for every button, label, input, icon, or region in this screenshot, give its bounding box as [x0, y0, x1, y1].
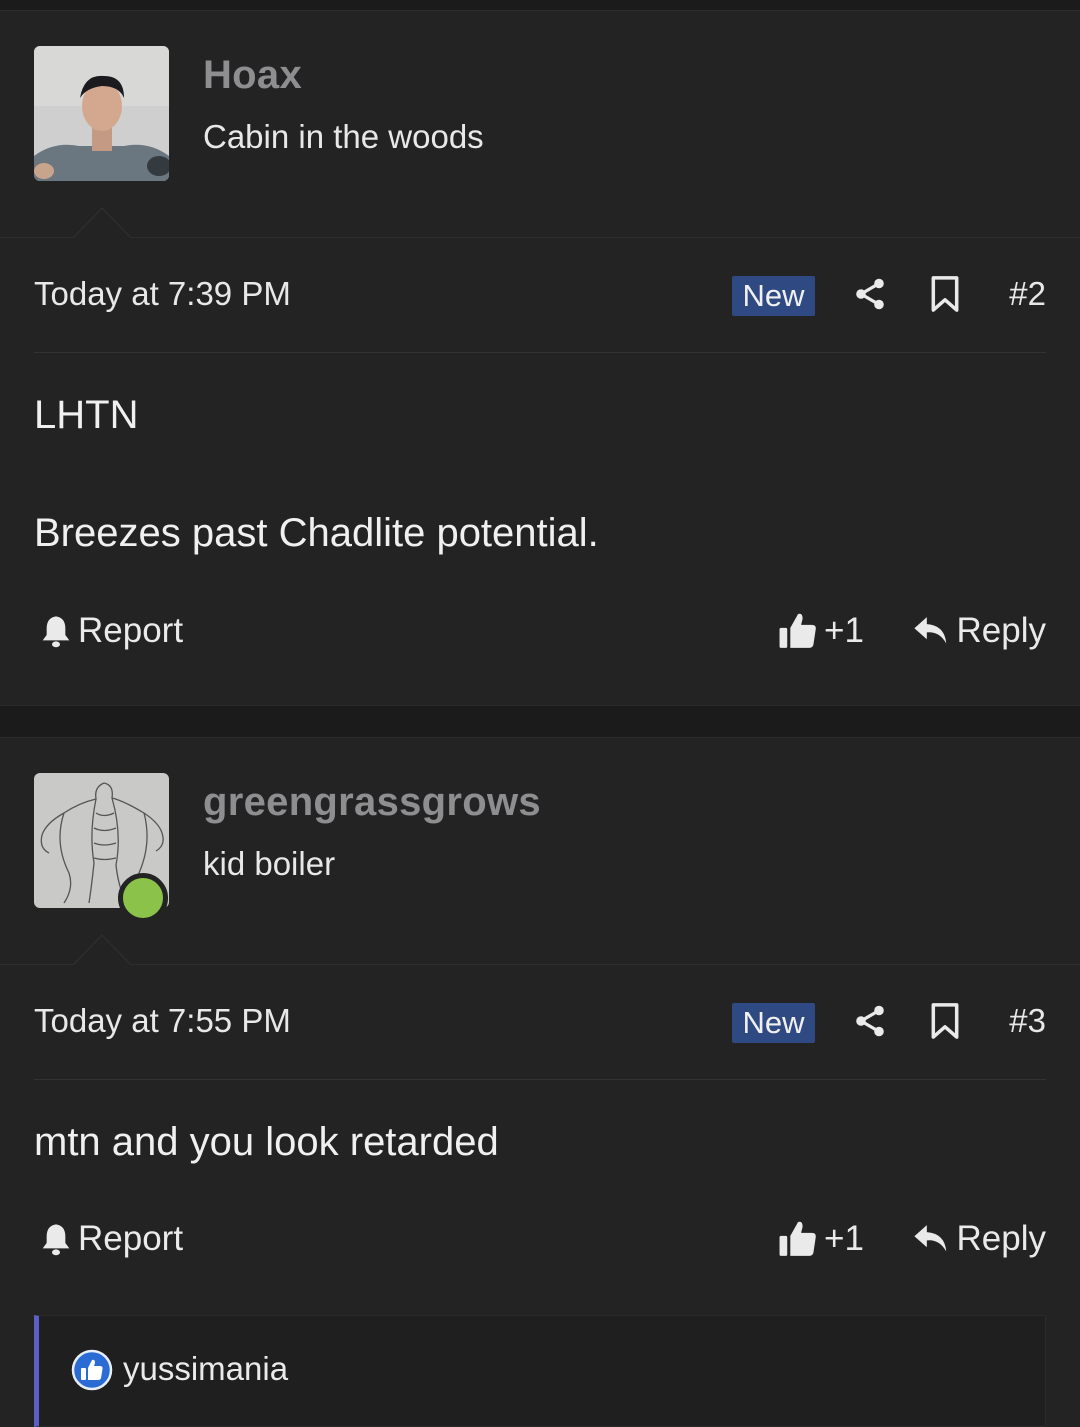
- post: greengrassgrows kid boiler Today at 7:55…: [0, 737, 1080, 1427]
- reply-label: Reply: [956, 1219, 1046, 1258]
- bookmark-icon[interactable]: [930, 275, 960, 313]
- reply-button[interactable]: Reply: [913, 1219, 1046, 1259]
- share-icon[interactable]: [852, 1003, 888, 1039]
- report-button[interactable]: Report: [40, 1219, 183, 1259]
- post-meta: Today at 7:39 PM New #2: [34, 247, 1046, 353]
- avatar[interactable]: [34, 46, 169, 181]
- reply-icon: [913, 1225, 946, 1252]
- post-actions: Report +1 Reply: [34, 1219, 1046, 1269]
- bell-icon: [42, 1224, 70, 1256]
- report-label: Report: [78, 611, 184, 650]
- thumbs-up-icon: [779, 1221, 816, 1256]
- reply-icon: [913, 617, 946, 644]
- post-actions: Report +1 Reply: [34, 611, 1046, 661]
- content-line: mtn and you look retarded: [34, 1120, 499, 1164]
- like-count: +1: [824, 1219, 864, 1258]
- content-line: Breezes past Chadlite potential.: [34, 511, 599, 555]
- reply-label: Reply: [956, 611, 1046, 650]
- post-meta: Today at 7:55 PM New #3: [34, 974, 1046, 1080]
- bell-icon: [42, 616, 70, 648]
- reply-button[interactable]: Reply: [913, 611, 1046, 651]
- avatar-image: [34, 46, 169, 181]
- post-time[interactable]: Today at 7:55 PM: [34, 1002, 291, 1040]
- user-title: kid boiler: [203, 845, 336, 882]
- username[interactable]: greengrassgrows: [203, 780, 541, 825]
- like-button[interactable]: +1: [778, 611, 864, 651]
- post: Hoax Cabin in the woods Today at 7:39 PM…: [0, 10, 1080, 706]
- content-line: LHTN: [34, 393, 139, 437]
- post-content: LHTN Breezes past Chadlite potential.: [34, 391, 1046, 557]
- user-block-arrow: [72, 934, 132, 966]
- report-label: Report: [78, 1219, 184, 1258]
- post-number[interactable]: #3: [1009, 1002, 1046, 1040]
- share-icon[interactable]: [852, 276, 888, 312]
- like-count: +1: [824, 611, 864, 650]
- new-badge: New: [732, 1003, 815, 1043]
- user-title: Cabin in the woods: [203, 118, 484, 155]
- username[interactable]: Hoax: [203, 53, 302, 98]
- like-button[interactable]: +1: [778, 1219, 864, 1259]
- new-badge: New: [732, 276, 815, 316]
- bookmark-icon[interactable]: [930, 1002, 960, 1040]
- user-block: greengrassgrows kid boiler: [0, 738, 1080, 966]
- user-block-arrow: [72, 207, 132, 239]
- reaction-user[interactable]: yussimania: [123, 1350, 288, 1388]
- post-time[interactable]: Today at 7:39 PM: [34, 275, 291, 313]
- thumbs-up-icon: [779, 613, 816, 648]
- post-content: mtn and you look retarded: [34, 1118, 1046, 1166]
- online-status-dot: [118, 873, 168, 923]
- user-block: Hoax Cabin in the woods: [0, 11, 1080, 239]
- avatar[interactable]: [34, 773, 169, 923]
- post-number[interactable]: #2: [1009, 275, 1046, 313]
- report-button[interactable]: Report: [40, 611, 183, 651]
- thumbs-up-reaction-icon: [71, 1349, 113, 1391]
- reactions-bar[interactable]: yussimania: [34, 1315, 1046, 1427]
